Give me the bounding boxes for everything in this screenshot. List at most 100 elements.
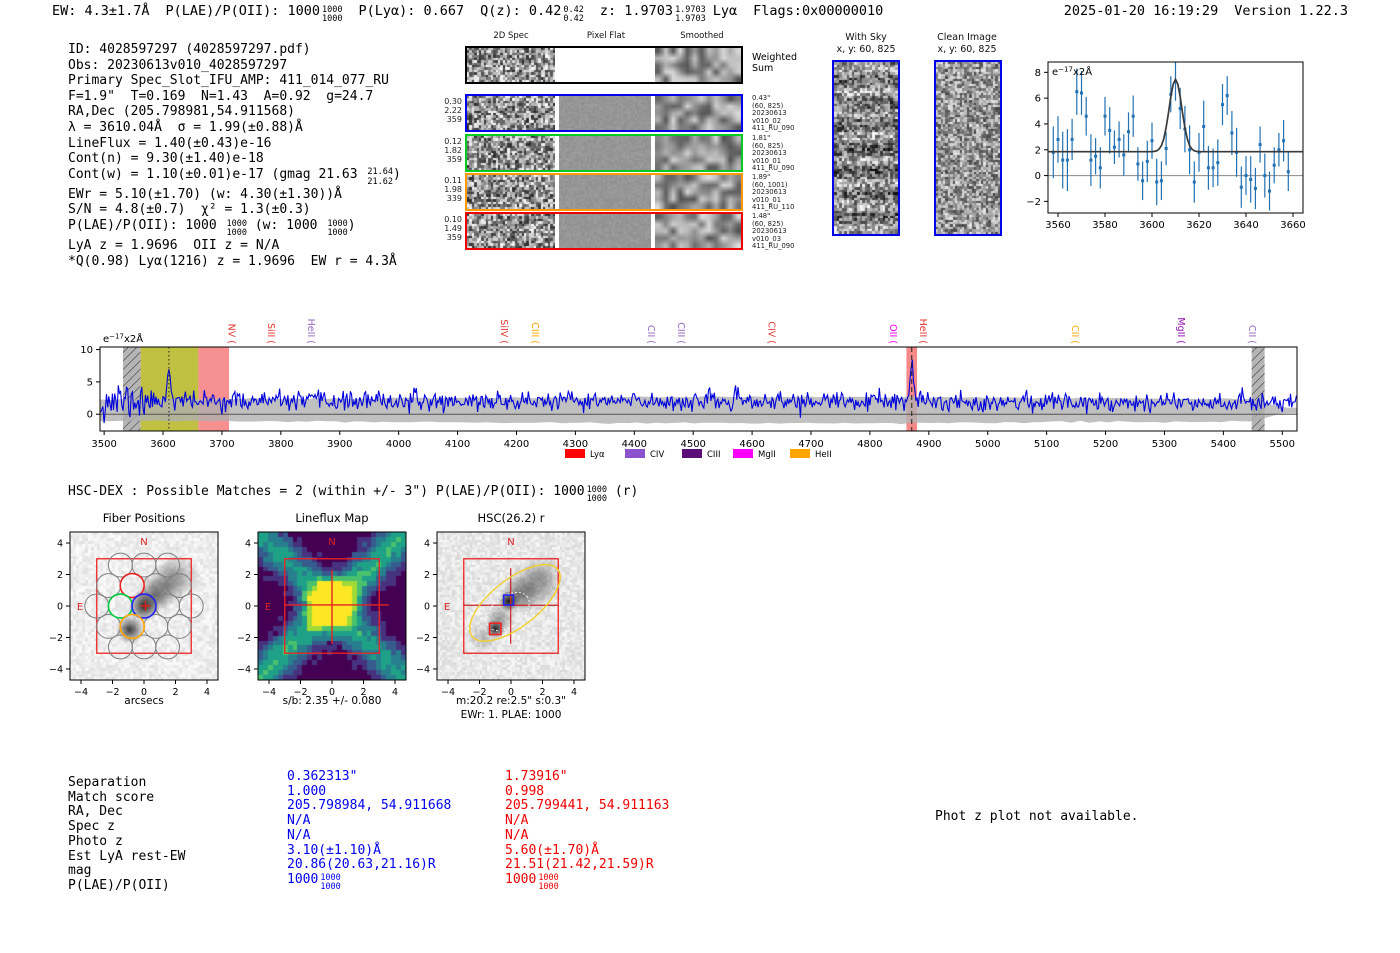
tick-label: 5000	[975, 439, 1000, 450]
tick-label: 4500	[680, 439, 705, 450]
info-text: P(LAE)/P(OII): 1000	[68, 217, 225, 233]
data-point	[1131, 114, 1135, 118]
info-line: LineFlux = 1.40(±0.43)e-16	[68, 136, 401, 152]
photz-note: Phot z plot not available.	[935, 809, 1139, 824]
tick-label: 5400	[1211, 439, 1236, 450]
blue-match-value: 205.798984, 54.911668	[287, 798, 452, 814]
data-point	[1159, 179, 1163, 183]
hsc-xlabel2: EWr: 1. PLAE: 1000	[460, 709, 562, 721]
tick-label: 2	[1035, 145, 1041, 156]
data-point	[1282, 139, 1286, 143]
tick-label: 5	[87, 377, 93, 388]
tick-label: 4	[245, 539, 251, 550]
data-point	[1155, 180, 1159, 184]
col-header-smoothed: Smoothed	[680, 31, 724, 41]
smoothed-image	[655, 175, 741, 209]
twod-row-right-labels: 0.43" (60, 825) 20230613 v010_02 411_RU_090	[752, 94, 812, 133]
stacked-fraction: 21.64 21.62	[367, 167, 394, 187]
hsc-xlabel: m:20.2 re:2.5" s:0.3"	[456, 695, 566, 707]
pixel-flat-image	[559, 136, 651, 170]
legend-swatch	[565, 449, 585, 458]
clean-image-title: Clean Image	[937, 32, 997, 43]
twod-row	[465, 46, 743, 84]
data-point	[1206, 166, 1210, 170]
data-point	[1056, 137, 1060, 141]
tick-label: 5100	[1034, 439, 1059, 450]
right-label: Weighted	[752, 52, 797, 63]
red-match-value: N/A	[505, 827, 529, 843]
data-point	[1178, 106, 1182, 110]
legend-swatch	[682, 449, 702, 458]
data-point	[1225, 94, 1229, 98]
tick-label: 4800	[857, 439, 882, 450]
stacked-fraction: 1000 1000	[226, 218, 248, 238]
blue-match-value: 20.86(20.63,21.16)R	[287, 857, 436, 873]
info-text: RA,Dec (205.798981,54.911568)	[68, 104, 295, 120]
error-fill	[100, 395, 1297, 425]
plae-fraction: 1000 1000	[321, 4, 343, 25]
data-point	[1192, 180, 1196, 184]
red-match-value: N/A	[505, 813, 529, 829]
data-point	[1065, 158, 1069, 162]
right-label: Sum	[752, 63, 774, 74]
summary-header: EW: 4.3±1.7Å P(LAE)/P(OII): 1000 1000 1000 P…	[52, 3, 899, 24]
blue-match-value: 0.362313"	[287, 769, 358, 784]
info-text: Obs: 20230613v010_4028597297	[68, 57, 288, 73]
data-point	[1051, 150, 1055, 154]
data-point	[1080, 91, 1083, 95]
tick-label: 8	[1035, 68, 1041, 79]
row-label: Est LyA rest-EW	[68, 848, 186, 864]
blue-match-value: 3.10(±1.10)Å	[287, 842, 381, 858]
row-label: Photo z	[68, 833, 123, 849]
tick-label: 4	[424, 539, 430, 550]
info-line: ID: 4028597297 (4028597297.pdf)	[68, 42, 401, 58]
tick-label: 2	[424, 570, 430, 581]
info-text: Primary Spec_Slot_IFU_AMP: 411_014_077_R…	[68, 73, 389, 89]
masked-region-band	[122, 347, 141, 431]
tick-label: 2	[245, 570, 251, 581]
emission-line-label: OII (	[887, 324, 898, 344]
elixer-report-page: EW: 4.3±1.7Å P(LAE)/P(OII): 1000 1000 1000 P…	[0, 0, 1400, 953]
data-point	[1249, 177, 1253, 181]
smoothed-image	[655, 136, 741, 170]
info-line: LyA z = 1.9696 OII z = N/A	[68, 238, 401, 254]
data-point	[1070, 137, 1074, 141]
data-point	[1098, 166, 1102, 170]
info-text: )	[393, 166, 401, 182]
data-point	[1286, 170, 1290, 174]
data-point	[1061, 158, 1065, 162]
info-text: (w: 1000	[247, 217, 326, 233]
tick-label: 3660	[1280, 220, 1305, 231]
twod-row-right-labels: Weighted Sum	[752, 52, 812, 74]
tick-label: 5500	[1270, 439, 1295, 450]
twod-spec-image	[467, 136, 555, 170]
highlight-band	[906, 347, 918, 431]
red-match-value: 1.73916"	[505, 769, 568, 784]
data-point	[1164, 146, 1168, 150]
data-point	[1103, 114, 1107, 118]
tick-label: 10	[80, 345, 93, 356]
info-text: F=1.9" T=0.169 N=1.43 A=0.92 g=24.7	[68, 88, 374, 104]
red-match-value: 205.799441, 54.911163	[505, 798, 670, 814]
data-point	[1268, 189, 1271, 193]
tick-label: 3580	[1092, 220, 1117, 231]
tick-label: −2	[237, 633, 251, 644]
twod-row-left-labels: 0.30 2.22 359	[434, 97, 462, 124]
data-point	[1188, 148, 1192, 152]
tick-label: 4100	[445, 439, 470, 450]
tick-label: 4300	[563, 439, 588, 450]
tick-label: 5300	[1152, 439, 1177, 450]
pixel-flat-blank	[559, 48, 651, 82]
smoothed-image	[655, 96, 741, 130]
clean-image-subtitle: x, y: 60, 825	[937, 44, 997, 55]
legend-label: Lyα	[590, 450, 605, 460]
red-match-value: 21.51(21.42,21.59)R	[505, 857, 654, 873]
data-point	[1084, 114, 1088, 118]
gaussian-fit-curve	[1048, 77, 1303, 153]
tick-label: 0	[57, 602, 63, 613]
info-text: S/N = 4.8(±0.7) χ² = 1.3(±0.3)	[68, 202, 311, 218]
tick-label: 0	[245, 602, 251, 613]
lineflux-map-image	[258, 532, 406, 680]
fiber-xlabel: arcsecs	[124, 695, 164, 707]
stacked-fraction: 1000 1000	[327, 218, 348, 238]
